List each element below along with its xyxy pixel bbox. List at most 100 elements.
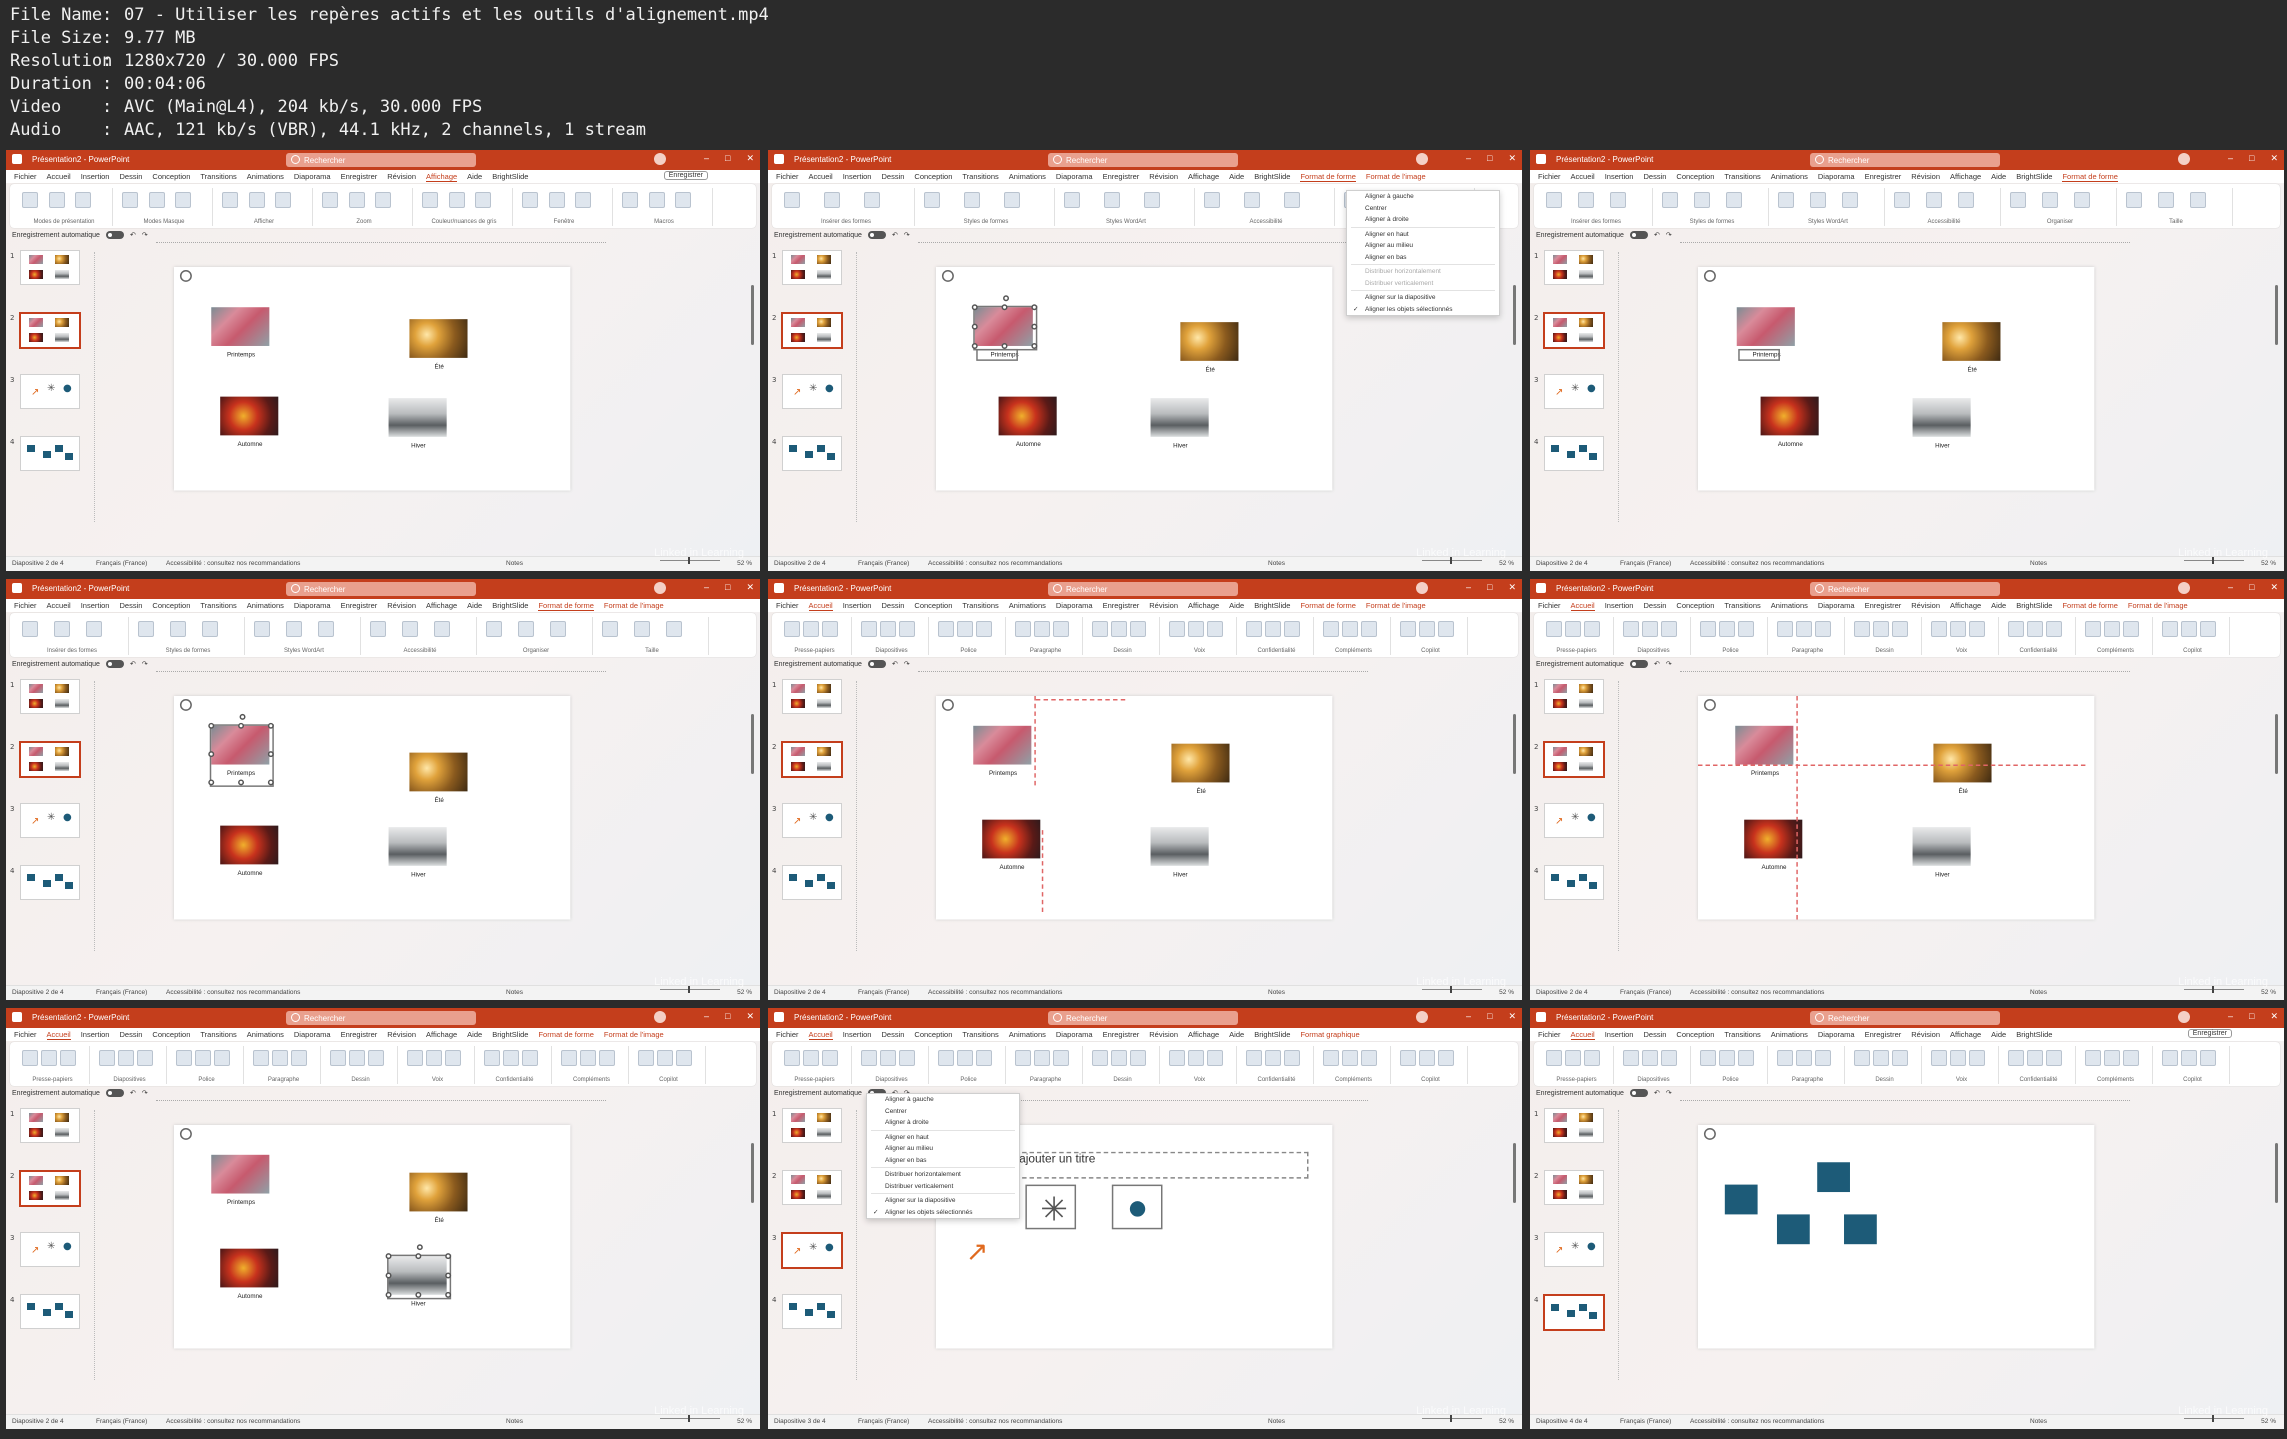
ribbon-command-icon[interactable] (1892, 621, 1908, 637)
slide-canvas[interactable]: Printemps Été Automne Hiver (174, 267, 571, 491)
autosave-toggle[interactable] (1629, 660, 1648, 668)
tab-dessin[interactable]: Dessin (881, 601, 904, 610)
tab-affichage[interactable]: Affichage (426, 172, 458, 182)
ribbon-command-icon[interactable] (1661, 621, 1677, 637)
tab-dessin[interactable]: Dessin (119, 601, 142, 610)
ribbon-command-icon[interactable] (138, 621, 154, 637)
tab-conception[interactable]: Conception (914, 601, 952, 610)
ribbon-command-icon[interactable] (522, 192, 538, 208)
slide-thumbnail-2[interactable] (19, 741, 81, 778)
tab-conception[interactable]: Conception (152, 1030, 190, 1039)
ribbon-command-icon[interactable] (2190, 192, 2206, 208)
slide-thumbnail-1[interactable] (20, 679, 80, 714)
ribbon-command-icon[interactable] (22, 621, 38, 637)
tab-animations[interactable]: Animations (1771, 172, 1808, 181)
redo-icon[interactable]: ↷ (142, 1089, 148, 1097)
autosave-toggle[interactable] (867, 660, 886, 668)
ribbon-command-icon[interactable] (1815, 1050, 1831, 1066)
winter-image[interactable] (1912, 827, 1971, 866)
autumn-image[interactable] (1744, 819, 1803, 859)
close-icon[interactable]: ✕ (746, 153, 754, 164)
tab-format-de-forme[interactable]: Format de forme (1300, 172, 1356, 182)
tab-format-de-l-image[interactable]: Format de l'image (1366, 601, 1426, 610)
ribbon-command-icon[interactable] (824, 192, 840, 208)
ribbon-command-icon[interactable] (861, 1050, 877, 1066)
search-box[interactable]: Rechercher (1810, 582, 2000, 596)
ribbon-command-icon[interactable] (253, 1050, 269, 1066)
winter-caption[interactable]: Hiver (1898, 441, 1987, 448)
rotate-handle[interactable] (416, 1244, 424, 1251)
tab-transitions[interactable]: Transitions (962, 172, 998, 181)
search-box[interactable]: Rechercher (286, 153, 476, 167)
tab-conception[interactable]: Conception (914, 172, 952, 181)
avatar[interactable] (1416, 582, 1428, 594)
zoom-level[interactable]: 52 % (737, 1418, 752, 1425)
autosave-toggle[interactable] (1629, 1089, 1648, 1097)
spring-image[interactable] (211, 307, 270, 346)
tab-format-de-forme[interactable]: Format de forme (1300, 601, 1355, 610)
close-icon[interactable]: ✕ (2270, 582, 2278, 593)
tab-brightslide[interactable]: BrightSlide (2016, 601, 2052, 610)
winter-image[interactable] (1150, 827, 1209, 866)
ribbon-command-icon[interactable] (448, 192, 465, 208)
tab-r-vision[interactable]: Révision (1911, 601, 1940, 610)
zoom-level[interactable]: 52 % (1499, 560, 1514, 567)
ribbon-command-icon[interactable] (1969, 1050, 1985, 1066)
ribbon-command-icon[interactable] (1931, 621, 1947, 637)
accessibility-status[interactable]: Accessibilité : consultez nos recommanda… (1690, 989, 1824, 996)
slide-thumbnail-1[interactable] (782, 250, 842, 285)
ribbon-command-icon[interactable] (1584, 1050, 1600, 1066)
save-button[interactable]: Enregistrer (2187, 1029, 2232, 1038)
ribbon-command-icon[interactable] (322, 192, 338, 208)
ribbon-command-icon[interactable] (318, 621, 334, 637)
slide-thumbnail-2[interactable] (781, 741, 843, 778)
align-menu-item[interactable]: Distribuer verticalement (867, 1181, 1019, 1193)
tab-aide[interactable]: Aide (467, 1030, 482, 1039)
ribbon-command-icon[interactable] (60, 1050, 76, 1066)
close-icon[interactable]: ✕ (1508, 153, 1516, 164)
tab-diaporama[interactable]: Diaporama (1818, 601, 1855, 610)
ribbon-command-icon[interactable] (518, 621, 534, 637)
ribbon-command-icon[interactable] (48, 192, 65, 208)
slide-canvas[interactable]: Printemps Été Automne Hiver (936, 696, 1333, 920)
ribbon-command-icon[interactable] (348, 192, 365, 208)
accessibility-status[interactable]: Accessibilité : consultez nos recommanda… (928, 989, 1062, 996)
ribbon-command-icon[interactable] (99, 1050, 115, 1066)
winter-caption[interactable]: Hiver (1136, 870, 1225, 877)
ribbon-command-icon[interactable] (1064, 192, 1080, 208)
ribbon-command-icon[interactable] (522, 1050, 538, 1066)
accessibility-status[interactable]: Accessibilité : consultez nos recommanda… (166, 989, 300, 996)
tab-diaporama[interactable]: Diaporama (294, 601, 331, 610)
ribbon-command-icon[interactable] (634, 621, 650, 637)
tab-brightslide[interactable]: BrightSlide (2016, 1030, 2052, 1039)
tab-accueil[interactable]: Accueil (47, 172, 71, 181)
rotate-handle[interactable] (1003, 295, 1010, 302)
autumn-caption[interactable]: Automne (1729, 863, 1818, 870)
notes-button[interactable]: Notes (2030, 1418, 2047, 1425)
ribbon-command-icon[interactable] (938, 1050, 954, 1066)
ribbon-command-icon[interactable] (2123, 621, 2139, 637)
ribbon-command-icon[interactable] (1726, 192, 1742, 208)
slide-thumbnail-2[interactable] (19, 1170, 81, 1207)
ribbon-command-icon[interactable] (1842, 192, 1858, 208)
tab-animations[interactable]: Animations (1771, 601, 1808, 610)
slide-thumbnail-4[interactable] (20, 1294, 80, 1329)
autumn-caption[interactable]: Automne (205, 869, 294, 876)
ribbon-command-icon[interactable] (54, 621, 70, 637)
ribbon-command-icon[interactable] (1092, 621, 1108, 637)
tab-aide[interactable]: Aide (1229, 601, 1244, 610)
slide-thumbnail-4[interactable] (20, 436, 80, 471)
winter-caption[interactable]: Hiver (1136, 441, 1225, 448)
zoom-slider[interactable] (1422, 986, 1482, 993)
summer-image[interactable] (409, 1172, 468, 1212)
ribbon-command-icon[interactable] (1246, 1050, 1262, 1066)
summer-image[interactable] (1933, 743, 1992, 783)
ribbon-command-icon[interactable] (657, 1050, 673, 1066)
autumn-caption[interactable]: Automne (205, 1292, 294, 1299)
ribbon-command-icon[interactable] (803, 1050, 819, 1066)
ribbon-command-icon[interactable] (1169, 621, 1185, 637)
tab-aide[interactable]: Aide (1991, 1030, 2006, 1039)
summer-image[interactable] (1180, 322, 1239, 361)
tab-brightslide[interactable]: BrightSlide (1254, 601, 1290, 610)
close-icon[interactable]: ✕ (2270, 153, 2278, 164)
